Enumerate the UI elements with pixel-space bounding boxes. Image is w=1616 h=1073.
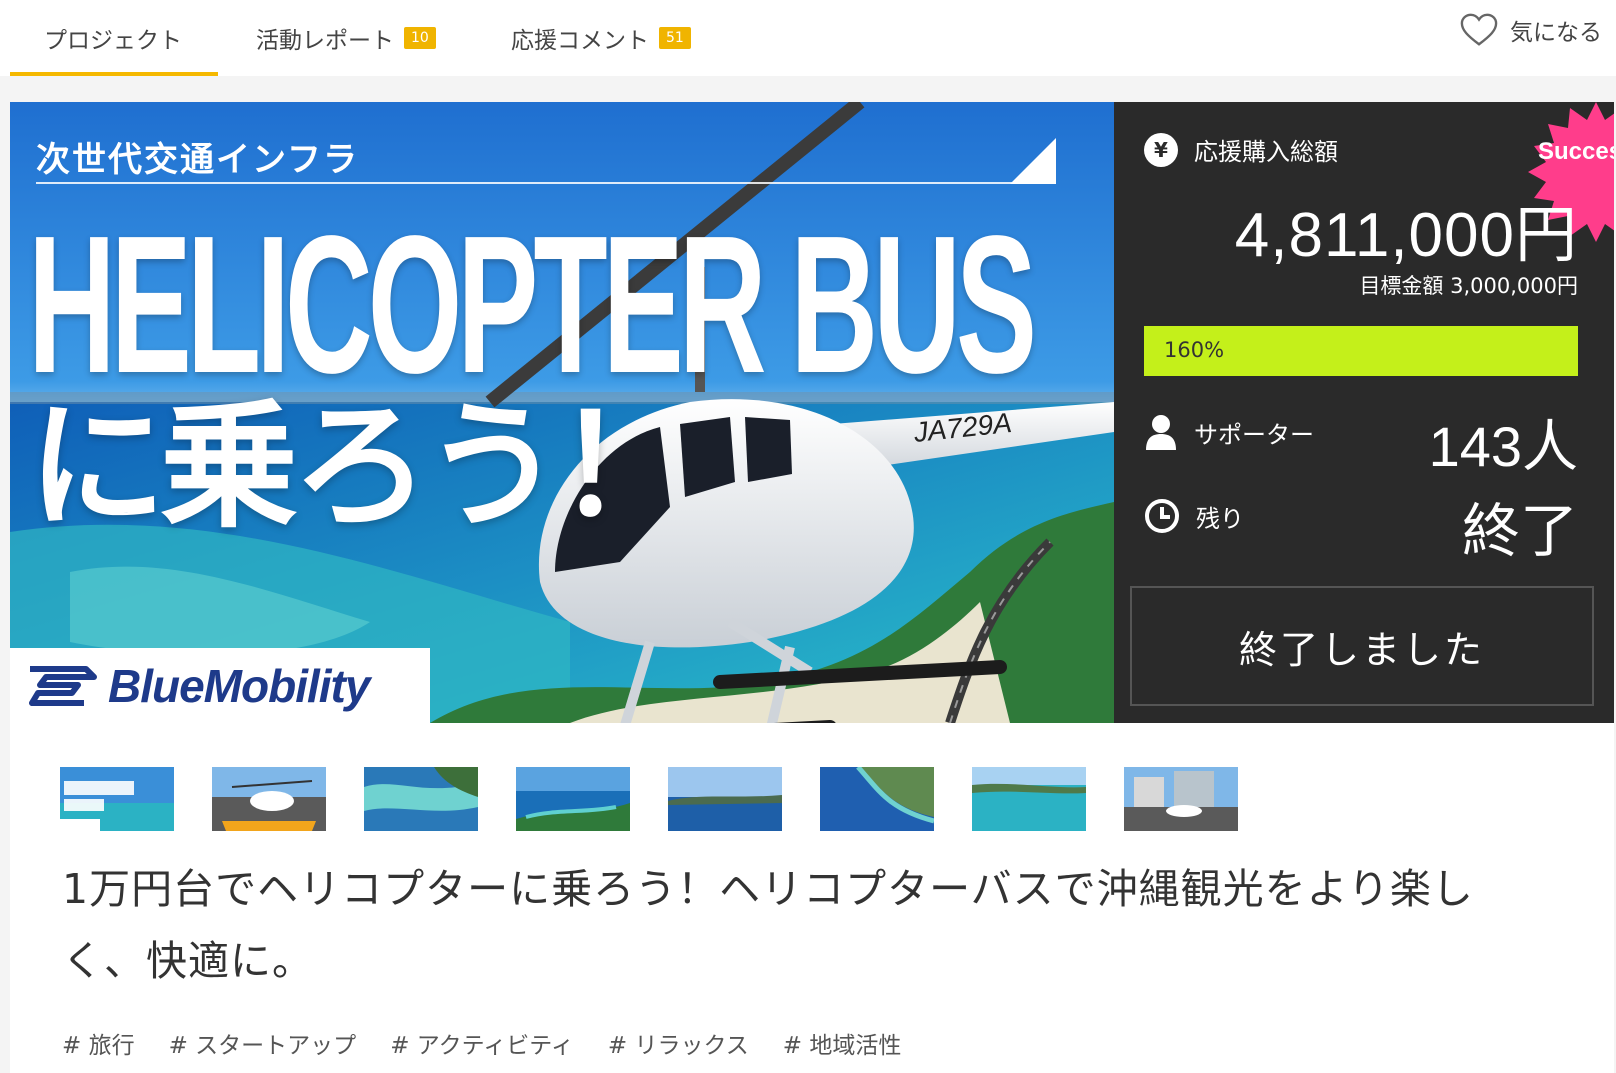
tab-project[interactable]: プロジェクト [10,0,218,76]
tag-item[interactable]: # 旅行 [62,1026,135,1060]
supporters-value: 143人 [1428,415,1578,478]
total-amount: 4,811,000円 [1234,201,1578,270]
thumbnail-8[interactable] [1124,767,1238,831]
remaining-row: 残り [1144,498,1244,534]
goal-amount: 目標金額 3,000,000円 [1359,274,1578,298]
remaining-value: 終了 [1461,497,1578,565]
tab-activity-report[interactable]: 活動レポート 10 [222,0,436,76]
tab-label: 応援コメント [511,28,649,54]
count-badge: 51 [659,27,691,49]
tag-item[interactable]: # スタートアップ [169,1026,357,1060]
bluemobility-logo-icon [29,665,97,706]
thumbnail-5[interactable] [668,767,782,831]
heart-icon [1460,13,1498,46]
total-row: ¥ 応援購入総額 [1144,132,1338,167]
tag-list: # 旅行 # スタートアップ # アクティビティ # リラックス # 地域活性 [62,1026,901,1060]
thumbnail-2[interactable] [212,767,326,831]
tag-item[interactable]: # 地域活性 [783,1026,902,1060]
thumbnail-3[interactable] [364,767,478,831]
banner-corner-triangle [1010,138,1056,184]
thumbnail-6[interactable] [820,767,934,831]
banner-title-line1: HELICOPTER BUS [28,195,1037,414]
tab-label: プロジェクト [44,28,182,54]
banner-title-line2: に乗ろう！ [28,386,694,547]
supporters-label: サポーター [1194,420,1314,449]
progress-bar: 160% [1144,326,1578,376]
thumbnail-4[interactable] [516,767,630,831]
tag-item[interactable]: # アクティビティ [390,1026,574,1060]
yen-icon: ¥ [1144,132,1178,167]
total-label: 応援購入総額 [1194,138,1338,166]
thumbnail-7[interactable] [972,767,1086,831]
tab-support-comments[interactable]: 応援コメント 51 [477,0,691,76]
main-project-image[interactable]: JA729A 次世代交通インフラ HELICOPTER BUS に乗ろう！ Bl… [10,102,1114,723]
success-badge-label: Success! [1538,138,1614,165]
supporters-row: サポーター [1144,414,1314,450]
clock-icon [1145,499,1179,533]
funding-panel: Success! ¥ 応援購入総額 4,811,000円 目標金額 3,000,… [1114,102,1614,723]
progress-percent: 160% [1164,338,1225,362]
count-badge: 10 [404,27,436,49]
remaining-label: 残り [1196,504,1244,533]
person-icon [1146,415,1176,450]
thumbnail-strip [60,767,1238,831]
hero-section: JA729A 次世代交通インフラ HELICOPTER BUS に乗ろう！ Bl… [10,102,1614,723]
brand-logo: BlueMobility [10,648,430,723]
thumbnail-1[interactable] [60,767,174,831]
banner-subtitle: 次世代交通インフラ [36,140,359,180]
project-ended-button[interactable]: 終了しました [1130,586,1594,706]
favorite-button[interactable]: 気になる [1460,0,1602,60]
top-tab-bar: プロジェクト 活動レポート 10 応援コメント 51 気になる [0,0,1616,76]
active-tab-indicator [10,72,218,76]
tag-item[interactable]: # リラックス [608,1026,749,1060]
project-details: 1万円台でヘリコプターに乗ろう！ヘリコプターバスで沖縄観光をより楽しく、快適に。… [10,723,1614,1073]
tab-label: 活動レポート [256,28,394,54]
project-title: 1万円台でヘリコプターに乗ろう！ヘリコプターバスで沖縄観光をより楽しく、快適に。 [62,865,1474,985]
favorite-label: 気になる [1510,20,1602,46]
brand-name: BlueMobility [108,659,370,712]
banner-divider [36,182,1056,184]
